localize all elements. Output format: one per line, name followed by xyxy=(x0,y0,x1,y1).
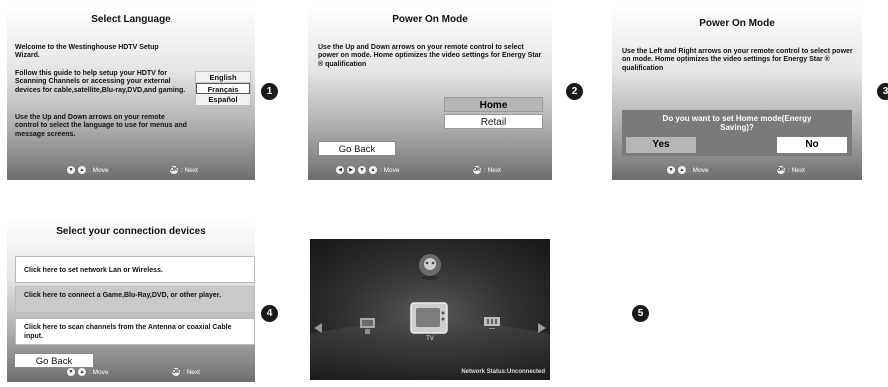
connection-footer-next: OK : Next xyxy=(172,368,200,376)
up-arrow-icon: ▲ xyxy=(678,166,686,174)
home-menu-screen: TV Network Status:Unconnected xyxy=(310,239,550,380)
go-back-button[interactable]: Go Back xyxy=(318,141,396,156)
power-mode-instructions: Use the Up and Down arrows on your remot… xyxy=(318,44,542,68)
down-arrow-icon: ▼ xyxy=(667,166,675,174)
power-mode-footer-move: ◀ ▶ ▼ ▲ : Move xyxy=(336,166,400,174)
language-screen-title: Select Language xyxy=(91,14,171,25)
left-arrow-icon: ◀ xyxy=(336,166,344,174)
language-option-espanol[interactable]: Español xyxy=(196,94,250,105)
device-connect-row[interactable]: Click here to connect a Game,Blu-Ray,DVD… xyxy=(15,286,255,313)
top-menu-icon[interactable] xyxy=(419,254,441,280)
step-3-badge: 3 xyxy=(877,83,888,100)
power-mode-footer-next: OK : Next xyxy=(473,166,501,174)
connection-screen: Select your connection devices Click her… xyxy=(7,218,255,382)
language-option-francais[interactable]: Français xyxy=(196,83,250,94)
tv-label: TV xyxy=(426,336,434,342)
language-footer-next: OK : Next xyxy=(170,166,198,174)
step-4-badge: 4 xyxy=(261,305,278,322)
connection-footer-move: ▼ ▲ : Move xyxy=(67,368,109,376)
language-screen: Select Language Welcome to the Westingho… xyxy=(7,6,255,180)
next-hint: : Next xyxy=(181,166,198,174)
step-5-badge: 5 xyxy=(632,305,649,322)
next-hint: : Next xyxy=(788,166,805,174)
yes-button[interactable]: Yes xyxy=(626,137,696,153)
move-hint: : Move xyxy=(689,166,709,174)
energy-saving-dialog: Do you want to set Home mode(Energy Savi… xyxy=(622,110,852,156)
right-arrow-icon: ▶ xyxy=(347,166,355,174)
ok-icon: OK xyxy=(473,166,481,174)
go-back-button[interactable]: Go Back xyxy=(14,353,94,368)
down-arrow-icon: ▼ xyxy=(67,166,75,174)
connection-screen-title: Select your connection devices xyxy=(56,226,206,237)
network-setup-row[interactable]: Click here to set network Lan or Wireles… xyxy=(15,256,255,283)
step-1-badge: 1 xyxy=(261,83,278,100)
move-hint: : Move xyxy=(89,166,109,174)
ok-icon: OK xyxy=(777,166,785,174)
retail-option[interactable]: Retail xyxy=(444,114,543,129)
right-arrow-icon[interactable] xyxy=(538,323,546,333)
power-confirm-title: Power On Mode xyxy=(699,18,775,29)
ok-icon: OK xyxy=(170,166,178,174)
up-arrow-icon: ▲ xyxy=(78,166,86,174)
move-hint: : Move xyxy=(380,166,400,174)
power-mode-title: Power On Mode xyxy=(392,14,468,25)
power-confirm-screen: Power On Mode Use the Left and Right arr… xyxy=(612,6,862,180)
up-arrow-icon: ▲ xyxy=(369,166,377,174)
language-list: English Français Español xyxy=(195,71,251,106)
move-hint: : Move xyxy=(89,368,109,376)
ok-icon: OK xyxy=(172,368,180,376)
tv-icon[interactable] xyxy=(410,302,448,334)
language-option-english[interactable]: English xyxy=(196,72,250,83)
network-status: Network Status:Unconnected xyxy=(461,369,545,375)
channel-scan-row[interactable]: Click here to scan channels from the Ant… xyxy=(15,318,255,345)
dialog-question: Do you want to set Home mode(Energy Savi… xyxy=(662,114,812,132)
step-2-badge: 2 xyxy=(566,83,583,100)
guide-text: Follow this guide to help setup your HDT… xyxy=(15,70,186,94)
up-arrow-icon: ▲ xyxy=(78,368,86,376)
next-hint: : Next xyxy=(484,166,501,174)
down-arrow-icon: ▼ xyxy=(67,368,75,376)
language-instructions: Use the Up and Down arrows on your remot… xyxy=(15,114,187,138)
home-option[interactable]: Home xyxy=(444,97,543,112)
language-footer-move: ▼ ▲ : Move xyxy=(67,166,109,174)
no-button[interactable]: No xyxy=(777,137,847,153)
left-arrow-icon[interactable] xyxy=(314,323,322,333)
home-menu-graphic xyxy=(310,254,550,380)
power-confirm-footer-move: ▼ ▲ : Move xyxy=(667,166,709,174)
welcome-text: Welcome to the Westinghouse HDTV Setup W… xyxy=(15,44,159,60)
power-confirm-footer-next: OK : Next xyxy=(777,166,805,174)
next-hint: : Next xyxy=(183,368,200,376)
down-arrow-icon: ▼ xyxy=(358,166,366,174)
power-confirm-instructions: Use the Left and Right arrows on your re… xyxy=(622,48,853,72)
power-mode-screen: Power On Mode Use the Up and Down arrows… xyxy=(308,6,552,180)
